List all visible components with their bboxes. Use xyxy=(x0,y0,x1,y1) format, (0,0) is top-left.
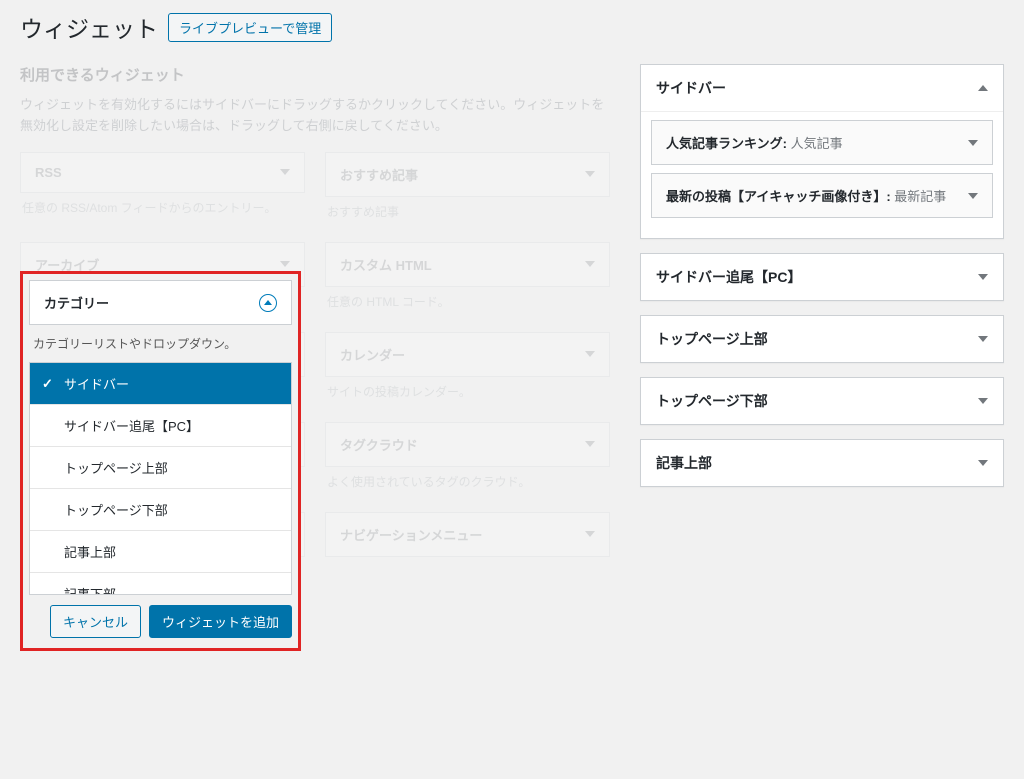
available-widget[interactable]: おすすめ記事 xyxy=(325,152,610,197)
placed-widget-title: 人気記事ランキング: xyxy=(666,136,791,151)
chevron-down-icon xyxy=(585,531,595,537)
area-option[interactable]: 記事下部 xyxy=(30,573,291,595)
live-preview-button[interactable]: ライブプレビューで管理 xyxy=(168,13,332,42)
area-option[interactable]: トップページ下部 xyxy=(30,489,291,531)
sidebar-area: 記事上部 xyxy=(640,439,1004,487)
sidebar-area-body: 人気記事ランキング: 人気記事最新の投稿【アイキャッチ画像付き】: 最新記事 xyxy=(641,111,1003,238)
sidebar-area-title: サイドバー xyxy=(656,78,726,98)
widget-head[interactable]: おすすめ記事 xyxy=(326,153,609,196)
cancel-button[interactable]: キャンセル xyxy=(50,605,141,638)
chevron-down-icon xyxy=(978,274,988,280)
category-widget-title: カテゴリー xyxy=(44,293,109,312)
placed-widget[interactable]: 最新の投稿【アイキャッチ画像付き】: 最新記事 xyxy=(651,173,993,218)
sidebar-area-header[interactable]: トップページ下部 xyxy=(641,378,1003,424)
chevron-down-icon xyxy=(978,398,988,404)
widget-title: ナビゲーションメニュー xyxy=(340,525,482,544)
page-title: ウィジェット xyxy=(20,10,158,44)
chevron-up-icon xyxy=(978,85,988,91)
area-option[interactable]: サイドバー追尾【PC】 xyxy=(30,405,291,447)
category-widget-chooser: カテゴリー カテゴリーリストやドロップダウン。 サイドバーサイドバー追尾【PC】… xyxy=(20,271,301,651)
add-widget-button[interactable]: ウィジェットを追加 xyxy=(149,605,292,638)
available-widgets-title: 利用できるウィジェット xyxy=(20,64,610,85)
available-widget[interactable]: ナビゲーションメニュー xyxy=(325,512,610,557)
widget-description: 任意の HTML コード。 xyxy=(325,287,610,322)
placed-widget[interactable]: 人気記事ランキング: 人気記事 xyxy=(651,120,993,165)
widget-head[interactable]: カレンダー xyxy=(326,333,609,376)
widget-title: タグクラウド xyxy=(340,435,418,454)
chevron-down-icon xyxy=(968,193,978,199)
sidebar-area-list[interactable]: サイドバーサイドバー追尾【PC】トップページ上部トップページ下部記事上部記事下部… xyxy=(29,362,292,595)
sidebar-area-title: 記事上部 xyxy=(656,453,712,473)
widget-title: カスタム HTML xyxy=(340,255,432,274)
chevron-down-icon xyxy=(968,140,978,146)
widget-head[interactable]: RSS xyxy=(21,153,304,192)
sidebar-area: トップページ下部 xyxy=(640,377,1004,425)
placed-widget-subtitle: 最新記事 xyxy=(894,189,946,204)
widget-description: おすすめ記事 xyxy=(325,197,610,232)
chevron-down-icon xyxy=(585,351,595,357)
sidebar-area-header[interactable]: 記事上部 xyxy=(641,440,1003,486)
chevron-down-icon xyxy=(978,336,988,342)
sidebar-area: トップページ上部 xyxy=(640,315,1004,363)
collapse-icon xyxy=(259,294,277,312)
category-widget-desc: カテゴリーリストやドロップダウン。 xyxy=(29,325,292,362)
widget-title: カレンダー xyxy=(340,345,405,364)
available-widget[interactable]: カスタム HTML xyxy=(325,242,610,287)
widget-head[interactable]: タグクラウド xyxy=(326,423,609,466)
area-option[interactable]: サイドバー xyxy=(30,363,291,405)
sidebar-area: サイドバー人気記事ランキング: 人気記事最新の投稿【アイキャッチ画像付き】: 最… xyxy=(640,64,1004,239)
widget-head[interactable]: カスタム HTML xyxy=(326,243,609,286)
chevron-down-icon xyxy=(585,171,595,177)
widget-description: サイトの投稿カレンダー。 xyxy=(325,377,610,412)
sidebar-area-title: サイドバー追尾【PC】 xyxy=(656,267,801,287)
widget-title: RSS xyxy=(35,165,62,180)
available-widgets-description: ウィジェットを有効化するにはサイドバーにドラッグするかクリックしてください。ウィ… xyxy=(20,95,610,137)
chevron-down-icon xyxy=(585,441,595,447)
placed-widget-subtitle: 人気記事 xyxy=(791,136,843,151)
chevron-down-icon xyxy=(280,169,290,175)
placed-widget-title: 最新の投稿【アイキャッチ画像付き】: xyxy=(666,189,894,204)
widget-description: 任意の RSS/Atom フィードからのエントリー。 xyxy=(20,193,305,228)
chevron-down-icon xyxy=(585,261,595,267)
page-header: ウィジェット ライブプレビューで管理 xyxy=(20,10,1004,44)
widget-title: おすすめ記事 xyxy=(340,165,418,184)
area-option[interactable]: 記事上部 xyxy=(30,531,291,573)
available-widget[interactable]: RSS xyxy=(20,152,305,193)
sidebar-area-header[interactable]: トップページ上部 xyxy=(641,316,1003,362)
widget-head[interactable]: ナビゲーションメニュー xyxy=(326,513,609,556)
widget-description xyxy=(325,557,610,575)
area-option[interactable]: トップページ上部 xyxy=(30,447,291,489)
chevron-down-icon xyxy=(280,261,290,267)
available-widget[interactable]: カレンダー xyxy=(325,332,610,377)
widget-description: よく使用されているタグのクラウド。 xyxy=(325,467,610,502)
chevron-down-icon xyxy=(978,460,988,466)
sidebar-area-title: トップページ下部 xyxy=(656,391,768,411)
sidebar-area-header[interactable]: サイドバー追尾【PC】 xyxy=(641,254,1003,300)
category-widget-header[interactable]: カテゴリー xyxy=(29,280,292,325)
sidebar-area-title: トップページ上部 xyxy=(656,329,768,349)
sidebar-area: サイドバー追尾【PC】 xyxy=(640,253,1004,301)
sidebar-area-header[interactable]: サイドバー xyxy=(641,65,1003,111)
available-widget[interactable]: タグクラウド xyxy=(325,422,610,467)
